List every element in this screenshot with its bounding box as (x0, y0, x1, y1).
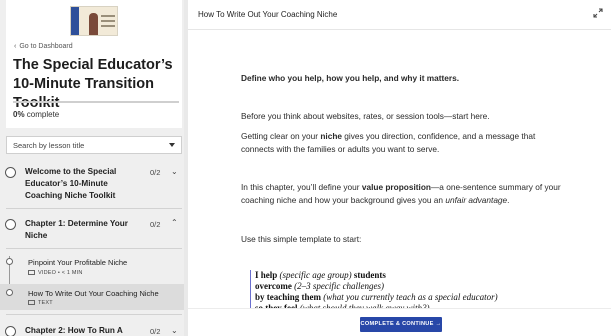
chapter-count: 0/2 (150, 327, 161, 336)
template-line: I help (specific age group) students (255, 270, 386, 280)
chapter-count: 0/2 (150, 220, 161, 229)
chevron-left-icon: ‹ (14, 43, 17, 50)
paragraph-2: Getting clear on your niche gives you di… (241, 131, 536, 154)
course-title: The Special Educator’s 10-Minute Transit… (13, 57, 173, 111)
chapter-progress-circle-icon (5, 167, 16, 178)
chevron-down-icon (169, 143, 175, 147)
course-progress-bar (13, 101, 179, 103)
chapter-progress-circle-icon (5, 326, 16, 336)
lesson-lead: Define who you help, how you help, and w… (241, 73, 460, 83)
chapter-progress-circle-icon (5, 219, 16, 230)
course-sidebar: ‹ Go to Dashboard The Special Educator’s … (0, 0, 184, 336)
lesson-title: Pinpoint Your Profitable Niche (28, 258, 128, 267)
chevron-up-icon[interactable]: ⌃ (171, 218, 178, 227)
search-placeholder: Search by lesson title (13, 141, 85, 150)
text-doc-icon (28, 300, 35, 305)
lesson-status-icon (6, 258, 13, 265)
video-icon (28, 270, 35, 275)
course-thumbnail (70, 6, 118, 36)
divider (6, 248, 182, 249)
paragraph-1: Before you think about websites, rates, … (241, 111, 490, 121)
divider (6, 314, 182, 315)
lesson-meta: TEXT (28, 300, 53, 306)
lesson-header-title: How To Write Out Your Coaching Niche (198, 10, 338, 19)
lesson-title: How To Write Out Your Coaching Niche (28, 289, 159, 298)
paragraph-4: Use this simple template to start: (241, 234, 362, 244)
chapter-count: 0/2 (150, 168, 161, 177)
chapter-title: Chapter 1: Determine Your Niche (25, 219, 128, 240)
progress-percent: 0% (13, 110, 25, 119)
chapter-title: Welcome to the Special Educator’s 10-Min… (25, 167, 117, 200)
complete-and-continue-button[interactable]: COMPLETE & CONTINUE → (360, 317, 442, 332)
chevron-down-icon[interactable]: ⌄ (171, 326, 178, 335)
template-line: by teaching them (what you currently tea… (255, 292, 498, 302)
lesson-status-icon (6, 289, 13, 296)
course-header-card: ‹ Go to Dashboard The Special Educator’s … (6, 0, 182, 128)
lesson-content-panel: How To Write Out Your Coaching Niche Def… (188, 0, 611, 336)
go-to-dashboard-link[interactable]: ‹ Go to Dashboard (14, 43, 73, 50)
template-line: overcome (2–3 specific challenges) (255, 281, 385, 291)
lesson-topbar: How To Write Out Your Coaching Niche (188, 0, 611, 30)
lesson-search-select[interactable]: Search by lesson title (6, 136, 182, 154)
chapter-title: Chapter 2: How To Run A (25, 326, 123, 335)
progress-label: complete (26, 110, 60, 119)
paragraph-3: In this chapter, you’ll define your valu… (241, 182, 561, 205)
lesson-footer: COMPLETE & CONTINUE → (188, 308, 611, 336)
divider (6, 208, 182, 209)
expand-icon[interactable] (593, 8, 603, 18)
lesson-meta: VIDEO • < 1 MIN (28, 270, 83, 276)
progress-text: 0% complete (13, 110, 59, 119)
chevron-down-icon[interactable]: ⌄ (171, 167, 178, 176)
